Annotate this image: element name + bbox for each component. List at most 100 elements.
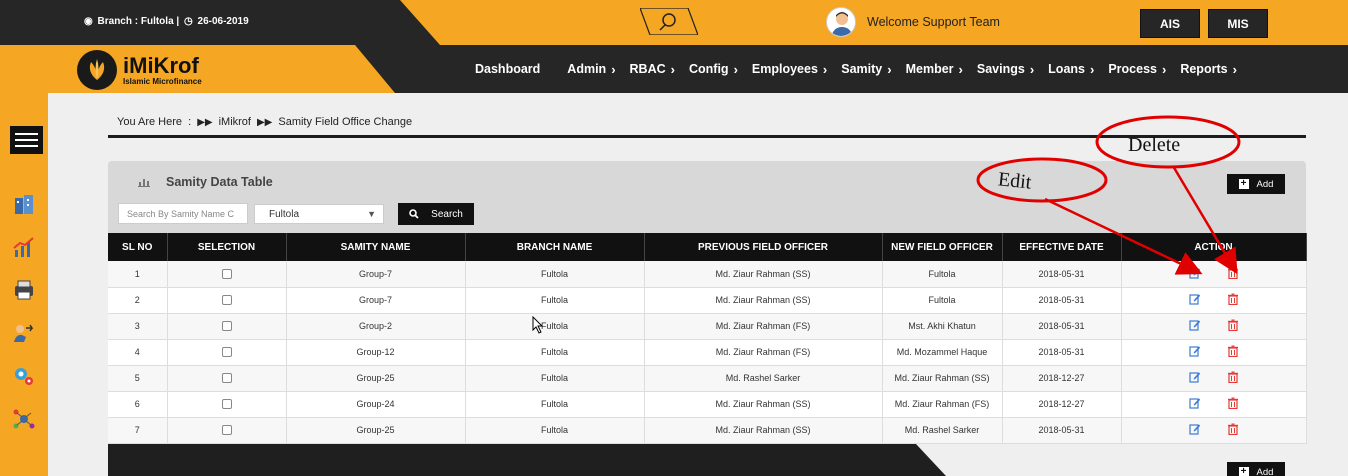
nav-item-label: Loans <box>1048 62 1085 76</box>
delete-icon[interactable] <box>1227 371 1239 383</box>
add-button[interactable]: + Add <box>1227 174 1285 194</box>
column-header: ACTION <box>1121 233 1307 261</box>
add-button-bottom[interactable]: + Add <box>1227 462 1285 476</box>
nav-item-dashboard[interactable]: Dashboard <box>475 62 540 76</box>
row-checkbox[interactable] <box>221 269 232 280</box>
nav-item-rbac[interactable]: RBAC › <box>630 62 675 77</box>
cell-branch: Fultola <box>465 287 645 314</box>
branch-select[interactable]: Fultola ▼ <box>254 204 384 224</box>
action-cell <box>1121 391 1307 418</box>
chevron-right-icon: › <box>611 61 616 77</box>
current-date: 26-06-2019 <box>197 16 249 27</box>
edit-icon[interactable] <box>1188 319 1201 331</box>
branch-info: ◉ Branch : Fultola | ◷ 26-06-2019 <box>84 16 251 27</box>
printer-icon[interactable] <box>12 279 36 301</box>
row-checkbox[interactable] <box>221 425 232 436</box>
row-checkbox[interactable] <box>221 347 232 358</box>
nav-item-admin[interactable]: Admin › <box>567 62 615 77</box>
cell-prev: Md. Ziaur Rahman (SS) <box>644 417 883 444</box>
delete-icon[interactable] <box>1227 397 1239 409</box>
selection-cell <box>167 391 287 418</box>
nav-item-label: Samity <box>841 62 883 76</box>
network-icon[interactable] <box>12 408 36 430</box>
cell-date: 2018-12-27 <box>1002 365 1122 392</box>
delete-icon[interactable] <box>1227 293 1239 305</box>
edit-icon[interactable] <box>1188 423 1201 435</box>
delete-icon[interactable] <box>1227 267 1239 279</box>
edit-icon[interactable] <box>1188 345 1201 357</box>
nav-item-label: Member <box>905 62 954 76</box>
cell-branch: Fultola <box>465 417 645 444</box>
samity-data-table: SL NO SELECTION SAMITY NAME BRANCH NAME … <box>108 233 1307 444</box>
delete-annotation-label: Delete <box>1128 134 1181 156</box>
app-logo[interactable]: iMiKrof Islamic Microfinance <box>77 50 202 90</box>
delete-icon[interactable] <box>1227 319 1239 331</box>
edit-icon[interactable] <box>1188 371 1201 383</box>
row-checkbox[interactable] <box>221 321 232 332</box>
chevron-right-icon: › <box>887 61 892 77</box>
cell-prev: Md. Ziaur Rahman (FS) <box>644 339 883 366</box>
edit-icon[interactable] <box>1188 397 1201 409</box>
table-row: 5 Group-25 Fultola Md. Rashel Sarker Md. Zia… <box>108 365 1307 392</box>
selection-cell <box>167 339 287 366</box>
cell-prev: Md. Ziaur Rahman (SS) <box>644 287 883 314</box>
cell-sl: 7 <box>108 417 168 444</box>
nav-item-reports[interactable]: Reports › <box>1180 62 1237 77</box>
cell-branch: Fultola <box>465 365 645 392</box>
column-header: NEW FIELD OFFICER <box>882 233 1003 261</box>
clock-icon: ◷ <box>184 16 193 27</box>
cell-date: 2018-05-31 <box>1002 339 1122 366</box>
chevron-right-icon: › <box>1232 61 1237 77</box>
hamburger-menu-icon[interactable] <box>10 126 43 154</box>
nav-item-config[interactable]: Config › <box>689 62 738 77</box>
settings-gears-icon[interactable] <box>12 365 36 387</box>
nav-item-samity[interactable]: Samity › <box>841 62 891 77</box>
welcome-area: Welcome Support Team <box>826 7 1000 37</box>
cell-new: Md. Ziaur Rahman (SS) <box>882 365 1003 392</box>
delete-icon[interactable] <box>1227 423 1239 435</box>
column-header: SAMITY NAME <box>286 233 466 261</box>
nav-item-employees[interactable]: Employees › <box>752 62 827 77</box>
chevron-right-icon: › <box>670 61 675 77</box>
add-button-label: Add <box>1256 178 1274 190</box>
cell-date: 2018-12-27 <box>1002 391 1122 418</box>
samity-search-input[interactable]: Search By Samity Name C <box>118 203 248 224</box>
mis-button[interactable]: MIS <box>1208 9 1268 38</box>
double-chevron-icon: ▶▶ <box>197 116 213 128</box>
edit-icon[interactable] <box>1188 267 1201 279</box>
breadcrumb-item-home[interactable]: iMikrof <box>219 116 251 128</box>
edit-icon[interactable] <box>1188 293 1201 305</box>
ais-button[interactable]: AIS <box>1140 9 1200 38</box>
chart-growth-icon[interactable] <box>12 236 36 258</box>
selection-cell <box>167 365 287 392</box>
breadcrumb-divider <box>108 135 1306 138</box>
nav-item-loans[interactable]: Loans › <box>1048 62 1094 77</box>
nav-item-label: Dashboard <box>475 62 541 76</box>
table-row: 7 Group-25 Fultola Md. Ziaur Rahman (SS) Md.… <box>108 417 1307 444</box>
nav-item-savings[interactable]: Savings › <box>977 62 1034 77</box>
row-checkbox[interactable] <box>221 373 232 384</box>
cell-prev: Md. Ziaur Rahman (FS) <box>644 313 883 340</box>
plus-icon: + <box>1238 179 1249 189</box>
nav-item-member[interactable]: Member › <box>906 62 963 77</box>
cell-samity: Group-25 <box>286 365 466 392</box>
cell-branch: Fultola <box>465 339 645 366</box>
nav-item-process[interactable]: Process › <box>1108 62 1166 77</box>
breadcrumb-item-current: Samity Field Office Change <box>278 116 413 128</box>
row-checkbox[interactable] <box>221 399 232 410</box>
building-icon[interactable] <box>12 193 36 215</box>
delete-icon[interactable] <box>1227 345 1239 357</box>
main-menu: Dashboard Admin › RBAC › Config › Employees › Sam… <box>475 45 1251 93</box>
double-chevron-icon: ▶▶ <box>256 116 273 128</box>
search-icon[interactable] <box>640 8 698 35</box>
user-avatar[interactable] <box>826 7 856 37</box>
transfer-icon[interactable] <box>12 322 36 344</box>
row-checkbox[interactable] <box>221 295 232 306</box>
nav-item-label: Employees <box>751 62 818 76</box>
cell-new: Md. Mozammel Haque <box>882 339 1003 366</box>
chevron-right-icon: › <box>1089 61 1095 77</box>
cell-prev: Md. Ziaur Rahman (SS) <box>644 261 883 288</box>
search-icon <box>409 209 419 219</box>
welcome-text: Welcome Support Team <box>867 15 1000 29</box>
search-button[interactable]: Search <box>398 203 474 225</box>
